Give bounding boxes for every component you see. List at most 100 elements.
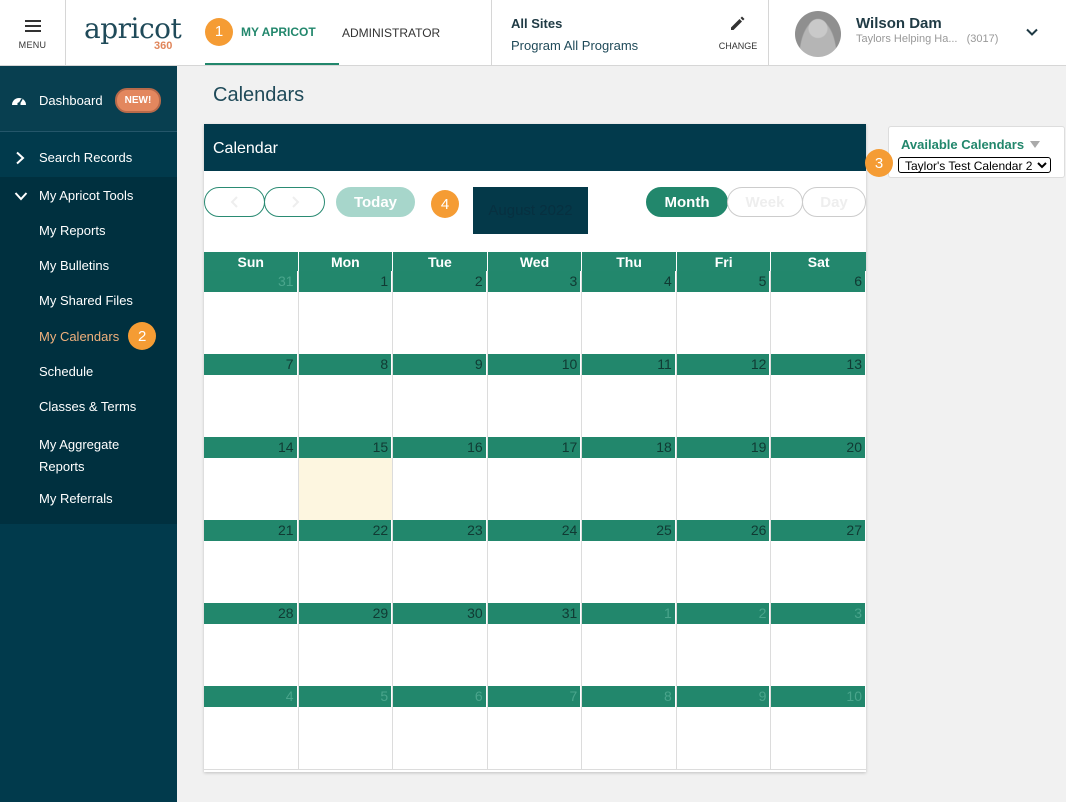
day-cell[interactable]: 22 <box>298 520 394 604</box>
day-cell[interactable]: 5 <box>298 686 394 770</box>
user-menu[interactable]: Wilson Dam Taylors Helping Ha... (3017) <box>769 0 1066 65</box>
day-number[interactable]: 15 <box>298 437 393 458</box>
day-number[interactable]: 8 <box>582 686 676 707</box>
day-number[interactable]: 3 <box>487 271 582 292</box>
day-cell[interactable]: 2 <box>676 603 772 687</box>
day-number[interactable]: 5 <box>676 271 771 292</box>
day-cell[interactable]: 21 <box>204 520 299 604</box>
day-number[interactable]: 20 <box>771 437 866 458</box>
day-body[interactable] <box>677 624 771 686</box>
day-body[interactable] <box>204 375 298 437</box>
day-number[interactable]: 19 <box>676 437 771 458</box>
day-body[interactable] <box>299 624 393 686</box>
day-body[interactable] <box>771 541 866 603</box>
sidebar-item-my-calendars[interactable]: My Calendars 2 <box>39 322 177 350</box>
day-cell[interactable]: 3 <box>771 603 866 687</box>
day-body[interactable] <box>582 375 676 437</box>
day-number[interactable]: 31 <box>487 603 582 624</box>
day-body[interactable] <box>488 375 582 437</box>
week-view-button[interactable]: Week <box>727 187 803 217</box>
day-body[interactable] <box>299 292 393 354</box>
collapse-triangle-icon[interactable] <box>1030 141 1040 148</box>
day-body[interactable] <box>677 707 771 769</box>
day-body[interactable] <box>677 292 771 354</box>
day-cell[interactable]: 20 <box>771 437 866 521</box>
day-number[interactable]: 13 <box>771 354 866 375</box>
day-cell[interactable]: 4 <box>582 271 677 355</box>
day-body[interactable] <box>582 458 676 520</box>
tab-administrator[interactable]: ADMINISTRATOR <box>342 0 440 65</box>
sidebar-item-schedule[interactable]: Schedule <box>39 364 177 379</box>
day-body[interactable] <box>298 458 393 520</box>
day-number[interactable]: 2 <box>393 271 487 292</box>
day-cell[interactable]: 6 <box>771 271 866 355</box>
day-cell[interactable]: 8 <box>298 354 394 438</box>
day-number[interactable]: 11 <box>582 354 676 375</box>
day-number[interactable]: 9 <box>393 354 487 375</box>
day-number[interactable]: 21 <box>204 520 298 541</box>
day-body[interactable] <box>204 624 298 686</box>
change-button[interactable]: CHANGE <box>718 14 758 51</box>
day-cell[interactable]: 9 <box>676 686 772 770</box>
day-number[interactable]: 16 <box>393 437 487 458</box>
day-number[interactable]: 1 <box>298 271 393 292</box>
day-number[interactable]: 4 <box>204 686 298 707</box>
day-cell[interactable]: 10 <box>771 686 866 770</box>
day-number[interactable]: 26 <box>676 520 771 541</box>
day-cell[interactable]: 28 <box>204 603 299 687</box>
day-body[interactable] <box>582 541 676 603</box>
day-cell[interactable]: 15 <box>298 437 394 521</box>
day-cell[interactable]: 26 <box>676 520 772 604</box>
day-body[interactable] <box>204 541 298 603</box>
day-cell[interactable]: 4 <box>204 686 299 770</box>
day-body[interactable] <box>393 707 487 769</box>
day-cell[interactable]: 29 <box>298 603 394 687</box>
day-body[interactable] <box>299 541 393 603</box>
sidebar-item-my-shared-files[interactable]: My Shared Files <box>39 293 177 308</box>
day-body[interactable] <box>204 292 298 354</box>
day-number[interactable]: 6 <box>771 271 866 292</box>
menu-button[interactable]: MENU <box>0 0 66 65</box>
day-cell[interactable]: 16 <box>393 437 488 521</box>
day-cell[interactable]: 24 <box>487 520 583 604</box>
day-body[interactable] <box>393 458 487 520</box>
day-cell[interactable]: 23 <box>393 520 488 604</box>
sidebar-item-dashboard[interactable]: Dashboard NEW! <box>11 88 171 113</box>
day-body[interactable] <box>582 707 676 769</box>
day-cell[interactable]: 30 <box>393 603 488 687</box>
day-cell[interactable]: 8 <box>582 686 677 770</box>
sidebar-item-my-aggregate-reports[interactable]: My Aggregate Reports <box>39 434 177 478</box>
day-body[interactable] <box>488 292 582 354</box>
day-number[interactable]: 27 <box>771 520 866 541</box>
sidebar-item-search-records[interactable]: Search Records <box>14 150 174 165</box>
sidebar-item-my-bulletins[interactable]: My Bulletins <box>39 258 177 273</box>
day-number[interactable]: 17 <box>487 437 582 458</box>
day-cell[interactable]: 6 <box>393 686 488 770</box>
day-cell[interactable]: 31 <box>487 603 583 687</box>
day-cell[interactable]: 3 <box>487 271 583 355</box>
day-number[interactable]: 31 <box>204 271 298 292</box>
apricot-logo[interactable]: apricot 360 <box>84 14 184 54</box>
day-number[interactable]: 7 <box>204 354 298 375</box>
day-number[interactable]: 6 <box>393 686 487 707</box>
day-cell[interactable]: 9 <box>393 354 488 438</box>
day-body[interactable] <box>677 458 771 520</box>
day-number[interactable]: 14 <box>204 437 298 458</box>
day-body[interactable] <box>204 707 298 769</box>
day-number[interactable]: 23 <box>393 520 487 541</box>
day-body[interactable] <box>582 292 676 354</box>
day-cell[interactable]: 2 <box>393 271 488 355</box>
today-button[interactable]: Today <box>336 187 415 217</box>
day-number[interactable]: 9 <box>676 686 771 707</box>
day-body[interactable] <box>488 541 582 603</box>
day-body[interactable] <box>299 375 393 437</box>
day-body[interactable] <box>677 541 771 603</box>
sidebar-item-my-referrals[interactable]: My Referrals <box>39 491 177 506</box>
day-body[interactable] <box>393 375 487 437</box>
day-number[interactable]: 25 <box>582 520 676 541</box>
month-view-button[interactable]: Month <box>646 187 728 217</box>
day-body[interactable] <box>582 624 676 686</box>
next-button[interactable] <box>264 187 325 217</box>
day-cell[interactable]: 10 <box>487 354 583 438</box>
sidebar-item-my-reports[interactable]: My Reports <box>39 223 177 238</box>
